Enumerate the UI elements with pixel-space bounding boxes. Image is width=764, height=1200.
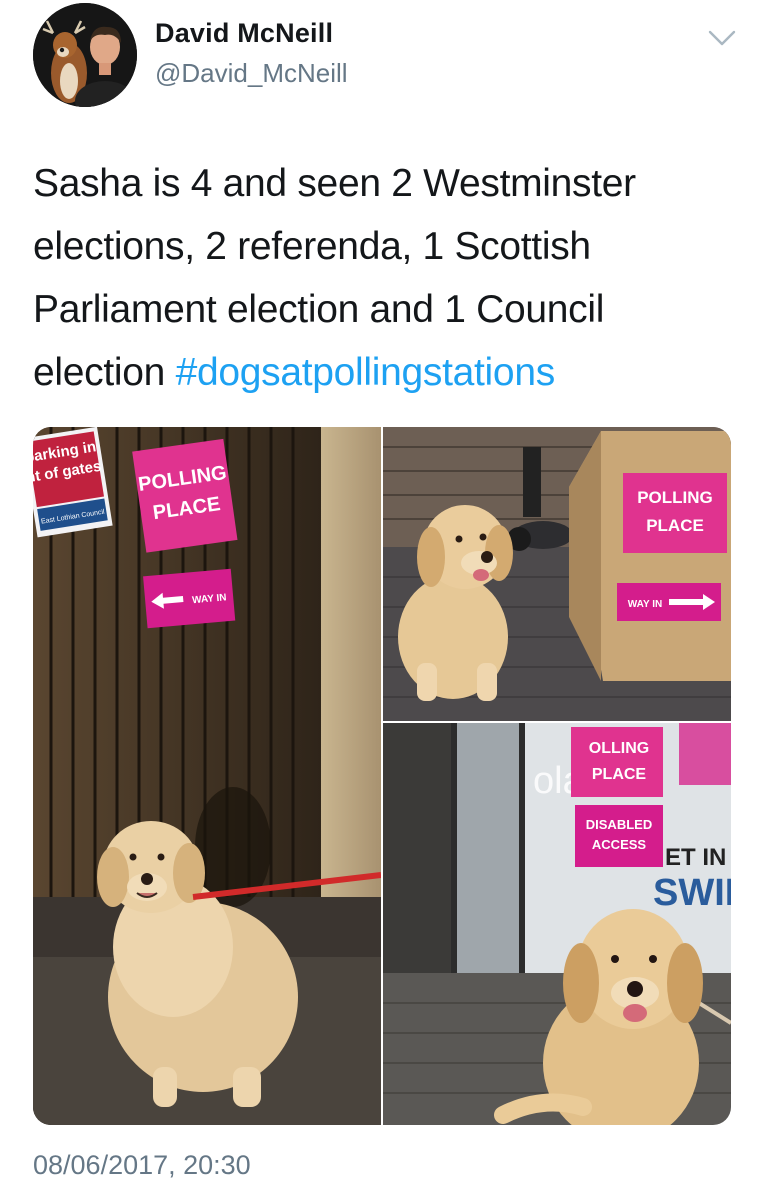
polling-sign-text: POLLING	[637, 488, 713, 507]
polling-sign-text: OLLING	[589, 740, 649, 757]
tweet-text-line: Sasha is 4 and seen 2 Westminster	[33, 162, 636, 205]
window-text: ET IN T	[665, 844, 731, 871]
tweet-text-fragment: election	[33, 351, 176, 394]
more-options-button[interactable]	[704, 22, 740, 54]
disabled-sign-text: DISABLED	[586, 817, 652, 832]
avatar[interactable]	[33, 3, 137, 107]
disabled-sign-text: ACCESS	[592, 837, 647, 852]
photo-dog-at-window[interactable]: olas ET IN T SWIN OLLING PLACE DISABLED …	[383, 723, 731, 1125]
media-grid: parking in nt of gates East Lothian Coun…	[33, 427, 731, 1125]
author-handle[interactable]: @David_McNeill	[155, 58, 348, 89]
tweet-timestamp[interactable]: 08/06/2017, 20:30	[33, 1150, 251, 1181]
photo-dog-at-sign[interactable]: POLLING PLACE WAY IN	[383, 427, 731, 721]
tweet-text-line: elections, 2 referenda, 1 Scottish	[33, 225, 591, 268]
polling-sign-text: PLACE	[646, 516, 704, 535]
tweet-card: David McNeill @David_McNeill Sasha is 4 …	[0, 0, 764, 1200]
photo-dog-at-fence[interactable]: parking in nt of gates East Lothian Coun…	[33, 427, 381, 1125]
author-name[interactable]: David McNeill	[155, 18, 333, 49]
chevron-down-icon	[708, 30, 736, 46]
way-in-text: WAY IN	[628, 599, 662, 610]
window-text: SWIN	[653, 872, 731, 914]
tweet-text-line: Parliament election and 1 Council	[33, 288, 605, 331]
tweet-text-line: election #dogsatpollingstations	[33, 341, 733, 404]
tweet-text: Sasha is 4 and seen 2 Westminster electi…	[33, 152, 733, 404]
hashtag-link[interactable]: #dogsatpollingstations	[176, 351, 556, 394]
polling-sign-text: PLACE	[592, 766, 647, 783]
